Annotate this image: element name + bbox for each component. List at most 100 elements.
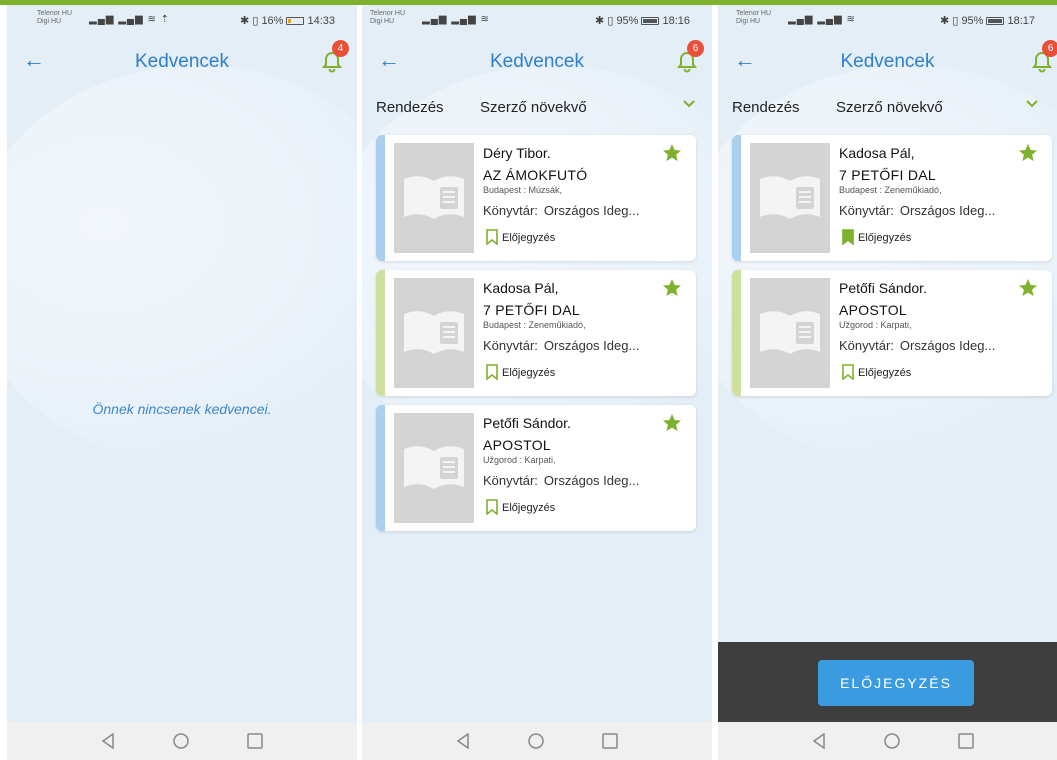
screen-favorites-list: Telenor HU Digi HU ▂▄▆ ▂▄▆ ≋ ✱ ▯ 95% 18:16… <box>362 5 712 760</box>
battery-icon <box>641 17 660 25</box>
book-cover-placeholder-icon <box>394 278 474 388</box>
signal-icon: ▂▄▆ ▂▄▆ ≋ <box>788 14 856 25</box>
book-cover-placeholder-icon <box>750 278 830 388</box>
nav-back-icon[interactable] <box>456 732 470 754</box>
notification-badge: 6 <box>687 40 704 57</box>
status-right: ✱ ▯ 95% 18:16 <box>595 15 690 27</box>
book-title: 7 PETŐFI DAL <box>483 302 580 318</box>
sort-value[interactable]: Szerző növekvő <box>836 99 943 116</box>
favorite-star-icon[interactable] <box>1018 143 1038 163</box>
favorite-card[interactable]: Petőfi Sándor. APOSTOL Užgorod : Karpati… <box>376 405 696 531</box>
book-library: Könyvtár: Országos Ideg... <box>839 338 996 353</box>
bookmark-outline-icon <box>486 499 498 516</box>
carrier-info: Telenor HU Digi HU <box>736 10 772 25</box>
screen-empty-favorites: Telenor HU Digi HU ▂▄▆ ▂▄▆ ≋ ⇡ ✱ ▯ 16% 14:… <box>7 5 357 760</box>
app-bar: ← Kedvencek 6 <box>362 40 712 81</box>
book-author: Petőfi Sándor. <box>483 415 571 431</box>
bookmark-outline-icon <box>486 229 498 246</box>
status-bar: Telenor HU Digi HU ▂▄▆ ▂▄▆ ≋ ✱ ▯ 95% 18:16 <box>362 5 712 39</box>
sort-dropdown[interactable]: Rendezés Szerző növekvő <box>732 97 1041 121</box>
notification-badge: 6 <box>1042 40 1057 57</box>
book-library: Könyvtár: Országos Ideg... <box>483 203 640 218</box>
screen-favorites-selected: Telenor HU Digi HU ▂▄▆ ▂▄▆ ≋ ✱ ▯ 95% 18:17… <box>718 5 1057 760</box>
favorite-star-icon[interactable] <box>1018 278 1038 298</box>
favorite-card[interactable]: Kadosa Pál, 7 PETŐFI DAL Budapest : Zene… <box>732 135 1052 261</box>
reserve-link[interactable]: Előjegyzés <box>486 364 555 382</box>
status-bar: Telenor HU Digi HU ▂▄▆ ▂▄▆ ≋ ⇡ ✱ ▯ 16% 14:… <box>7 5 357 39</box>
sort-label: Rendezés <box>732 99 800 116</box>
favorite-card[interactable]: Petőfi Sándor. APOSTOL Užgorod : Karpati… <box>732 270 1052 396</box>
carrier-info: Telenor HU Digi HU <box>37 10 73 25</box>
favorite-star-icon[interactable] <box>662 413 682 433</box>
card-stripe <box>732 135 741 261</box>
reserve-link[interactable]: Előjegyzés <box>842 364 911 382</box>
bottom-action-bar: ELŐJEGYZÉS <box>718 642 1057 722</box>
card-stripe <box>732 270 741 396</box>
book-cover-placeholder-icon <box>750 143 830 253</box>
nav-home-icon[interactable] <box>173 733 189 754</box>
book-author: Kadosa Pál, <box>839 145 915 161</box>
book-title: 7 PETŐFI DAL <box>839 167 936 183</box>
chevron-down-icon[interactable] <box>1025 97 1039 111</box>
reserve-link[interactable]: Előjegyzés <box>842 229 911 247</box>
empty-state-text: Önnek nincsenek kedvencei. <box>92 401 272 417</box>
system-nav-bar <box>362 722 712 760</box>
book-publisher: Budapest : Zeneműkiadó, <box>483 320 586 330</box>
book-author: Déry Tibor. <box>483 145 551 161</box>
favorite-card[interactable]: Kadosa Pál, 7 PETŐFI DAL Budapest : Zene… <box>376 270 696 396</box>
page-title: Kedvencek <box>489 51 584 72</box>
status-right: ✱ ▯ 16% 14:33 <box>240 15 335 27</box>
book-library: Könyvtár: Országos Ideg... <box>839 203 996 218</box>
app-bar: ← Kedvencek 4 <box>7 40 357 81</box>
nav-home-icon[interactable] <box>528 733 544 754</box>
page-title: Kedvencek <box>840 51 935 72</box>
app-bar: ← Kedvencek 6 <box>718 40 1057 81</box>
book-publisher: Užgorod : Karpati, <box>483 455 556 465</box>
book-title: APOSTOL <box>483 437 551 453</box>
book-author: Petőfi Sándor. <box>839 280 927 296</box>
battery-icon <box>286 17 305 25</box>
sort-dropdown[interactable]: Rendezés Szerző növekvő <box>376 97 698 121</box>
nav-back-icon[interactable] <box>812 732 826 754</box>
signal-icon: ▂▄▆ ▂▄▆ ≋ <box>422 14 490 25</box>
book-cover-placeholder-icon <box>394 143 474 253</box>
system-nav-bar <box>7 722 357 760</box>
sort-value[interactable]: Szerző növekvő <box>480 99 587 116</box>
bookmark-outline-icon <box>842 364 854 381</box>
system-nav-bar <box>718 722 1057 760</box>
book-publisher: Budapest : Zeneműkiadó, <box>839 185 942 195</box>
sort-label: Rendezés <box>376 99 444 116</box>
book-cover-placeholder-icon <box>394 413 474 523</box>
signal-icon: ▂▄▆ ▂▄▆ ≋ ⇡ <box>89 14 171 25</box>
nav-recents-icon[interactable] <box>958 733 974 754</box>
book-library: Könyvtár: Országos Ideg... <box>483 338 640 353</box>
book-author: Kadosa Pál, <box>483 280 559 296</box>
nav-back-icon[interactable] <box>101 732 115 754</box>
card-stripe <box>376 405 385 531</box>
battery-icon <box>986 17 1005 25</box>
chevron-down-icon[interactable] <box>682 97 696 111</box>
book-library: Könyvtár: Országos Ideg... <box>483 473 640 488</box>
carrier-info: Telenor HU Digi HU <box>370 10 406 25</box>
book-title: APOSTOL <box>839 302 907 318</box>
book-title: AZ ÁMOKFUTÓ <box>483 167 588 183</box>
bookmark-filled-icon <box>842 229 854 246</box>
favorite-star-icon[interactable] <box>662 278 682 298</box>
reserve-button[interactable]: ELŐJEGYZÉS <box>818 660 974 706</box>
book-publisher: Užgorod : Karpati, <box>839 320 912 330</box>
nav-home-icon[interactable] <box>884 733 900 754</box>
favorite-star-icon[interactable] <box>662 143 682 163</box>
book-publisher: Budapest : Múzsák, <box>483 185 563 195</box>
nav-recents-icon[interactable] <box>602 733 618 754</box>
nav-recents-icon[interactable] <box>247 733 263 754</box>
notification-badge: 4 <box>332 40 349 57</box>
favorite-card[interactable]: Déry Tibor. AZ ÁMOKFUTÓ Budapest : Múzsá… <box>376 135 696 261</box>
bookmark-outline-icon <box>486 364 498 381</box>
status-right: ✱ ▯ 95% 18:17 <box>940 15 1035 27</box>
card-stripe <box>376 135 385 261</box>
status-bar: Telenor HU Digi HU ▂▄▆ ▂▄▆ ≋ ✱ ▯ 95% 18:17 <box>718 5 1057 39</box>
reserve-link[interactable]: Előjegyzés <box>486 229 555 247</box>
card-stripe <box>376 270 385 396</box>
page-title: Kedvencek <box>134 51 229 72</box>
reserve-link[interactable]: Előjegyzés <box>486 499 555 517</box>
